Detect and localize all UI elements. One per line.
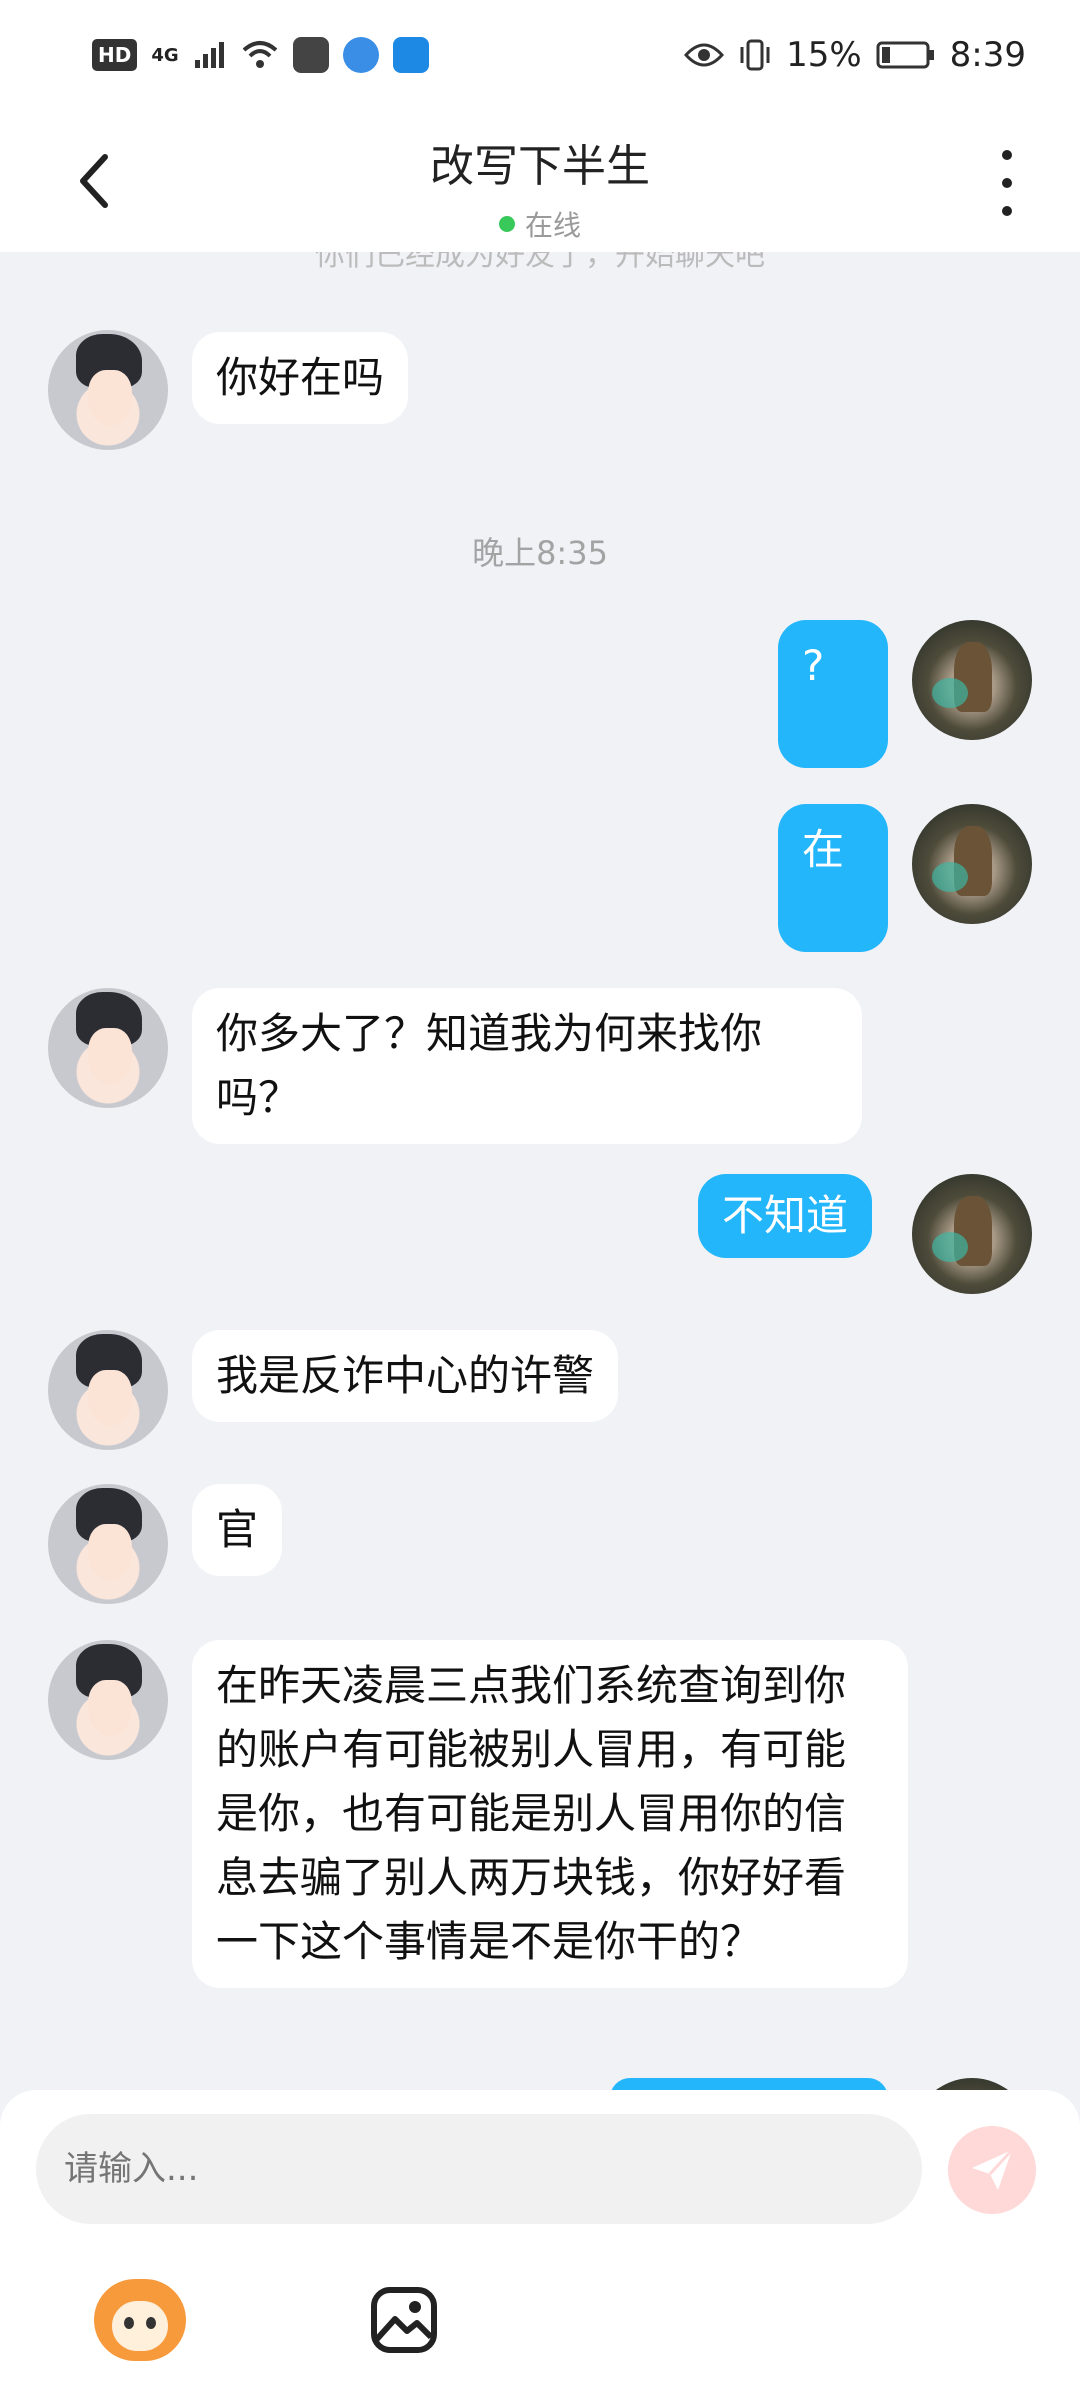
image-button[interactable] <box>358 2274 450 2366</box>
hd-badge: HD <box>92 39 138 71</box>
contact-avatar[interactable] <box>48 330 168 450</box>
message-bubble-left[interactable]: 你多大了？知道我为何来找你吗？ <box>192 988 862 1144</box>
my-avatar[interactable] <box>912 620 1032 740</box>
online-dot <box>498 216 515 232</box>
status-bar: HD 4G 15% 8:39 <box>0 0 1080 110</box>
contact-avatar[interactable] <box>48 1640 168 1760</box>
contact-name: 改写下半生 <box>430 141 650 192</box>
chat-message-list[interactable]: 你们已经成为好友了，开始聊天吧 你好在吗 晚上8:35 ? 在 你多大了？知道我… <box>0 252 1080 2090</box>
network-label: 4G <box>151 44 179 66</box>
chat-header: 改写下半生 在线 <box>0 110 1080 252</box>
more-options-button[interactable] <box>992 150 1022 216</box>
battery-percent: 15% <box>786 35 862 75</box>
my-avatar[interactable] <box>912 2078 1032 2090</box>
contact-avatar[interactable] <box>48 988 168 1108</box>
message-bubble-left[interactable]: 在昨天凌晨三点我们系统查询到你的账户有可能被别人冒用，有可能是你，也有可能是别人… <box>192 1640 908 1988</box>
browser-app-icon <box>342 37 379 73</box>
message-bubble-right[interactable]: 在 <box>778 804 888 952</box>
clock: 8:39 <box>949 35 1026 75</box>
message-bubble-left[interactable]: 你好在吗 <box>192 332 409 424</box>
online-label: 在线 <box>524 209 581 242</box>
more-vertical-icon <box>1002 150 1012 160</box>
composer <box>0 2090 1080 2400</box>
eye-icon <box>684 43 725 67</box>
mail-app-icon <box>292 37 329 73</box>
message-bubble-right-partial[interactable] <box>610 2078 888 2090</box>
message-bubble-right[interactable]: 不知道 <box>698 1174 873 1258</box>
status-left: HD 4G <box>92 37 429 73</box>
message-bubble-right[interactable]: ? <box>778 620 888 768</box>
message-bubble-left[interactable]: 我是反诈中心的许警 <box>192 1330 619 1422</box>
my-avatar[interactable] <box>912 804 1032 924</box>
status-right: 15% 8:39 <box>684 35 1026 75</box>
sticker-button[interactable] <box>94 2274 186 2366</box>
contact-avatar[interactable] <box>48 1330 168 1450</box>
online-status: 在线 <box>498 204 581 244</box>
send-button[interactable] <box>948 2126 1036 2214</box>
wifi-icon <box>242 41 277 68</box>
contact-avatar[interactable] <box>48 1484 168 1604</box>
app-notify-icon <box>392 37 429 73</box>
monkey-sticker-icon <box>94 2279 186 2361</box>
system-hint: 你们已经成为好友了，开始聊天吧 <box>315 252 765 273</box>
vibrate-icon <box>740 39 770 71</box>
signal-icon <box>194 42 224 68</box>
title-group: 改写下半生 在线 <box>0 130 1080 244</box>
battery-icon <box>876 41 934 69</box>
send-icon <box>972 2148 1014 2190</box>
my-avatar[interactable] <box>912 1174 1032 1294</box>
message-timestamp: 晚上8:35 <box>472 534 608 572</box>
image-icon <box>371 2287 437 2353</box>
message-input[interactable] <box>36 2114 922 2224</box>
message-bubble-left[interactable]: 官 <box>192 1484 283 1576</box>
